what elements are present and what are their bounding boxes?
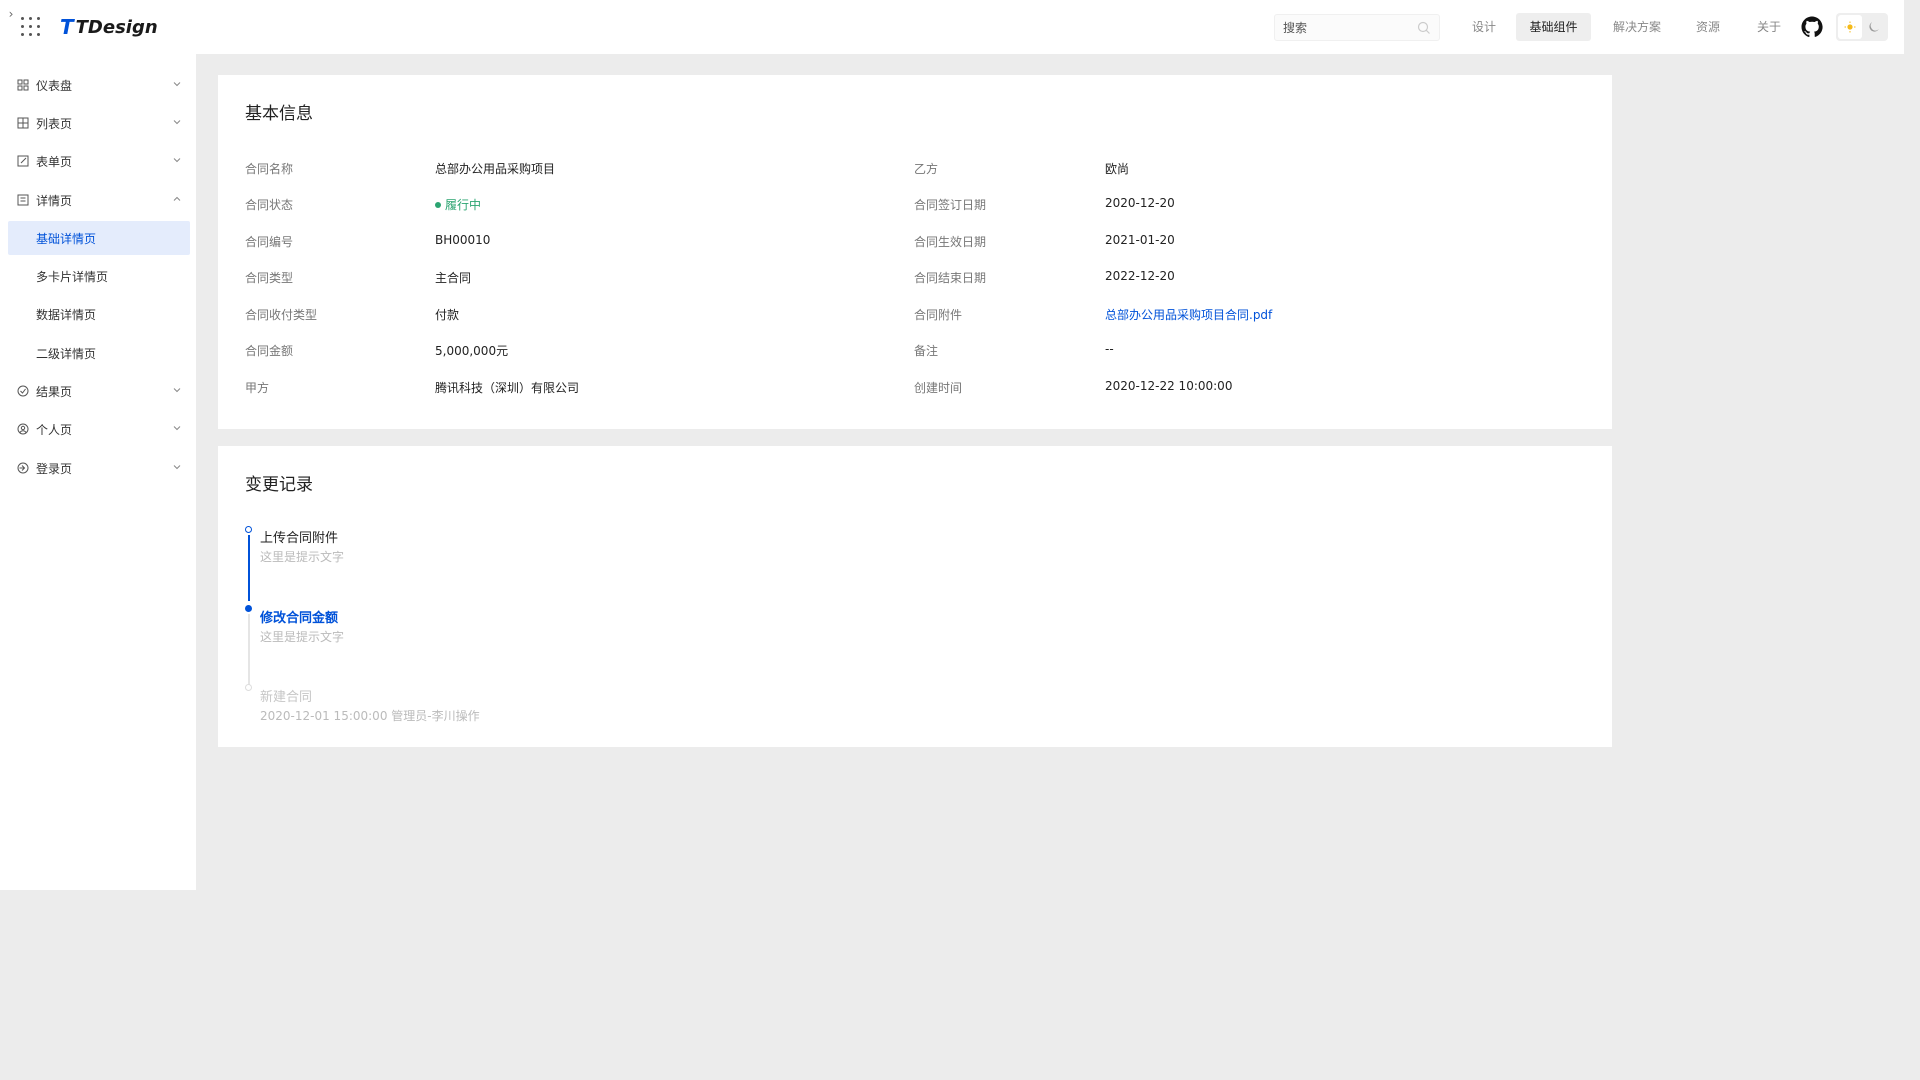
search-box[interactable] — [1274, 14, 1440, 41]
timeline-dot-icon — [245, 526, 252, 533]
field-value: 付款 — [435, 308, 460, 322]
sidebar-item-label: 仪表盘 — [36, 78, 73, 93]
nav-solutions[interactable]: 解决方案 — [1604, 13, 1670, 41]
nav-design[interactable]: 设计 — [1460, 13, 1508, 41]
field-label: 合同名称 — [245, 162, 294, 176]
result-icon — [17, 385, 29, 397]
field-label: 合同编号 — [245, 235, 294, 249]
moon-icon — [1869, 22, 1879, 32]
chevron-down-icon — [173, 426, 181, 431]
status-dot-icon — [435, 201, 441, 208]
field-label: 合同签订日期 — [914, 198, 987, 212]
field-value: 主合同 — [435, 271, 472, 285]
field-label: 合同结束日期 — [914, 271, 987, 285]
nav-resources[interactable]: 资源 — [1680, 13, 1736, 41]
card-title: 变更记录 — [245, 475, 313, 495]
chevron-up-icon — [173, 196, 181, 201]
field-value: 2020-12-20 — [1105, 196, 1175, 210]
top-header: › T TDesign 设计 基础组件 解决方案 资源 关于 — [0, 0, 1904, 54]
sidebar-subitem-basic-detail[interactable]: 基础详情页 — [8, 221, 190, 255]
status-text: 履行中 — [445, 198, 482, 212]
user-icon — [17, 423, 29, 435]
timeline-desc: 2020-12-01 15:00:00 管理员-李川操作 — [260, 709, 480, 723]
sidebar-item-form[interactable]: 表单页 — [8, 144, 190, 178]
sidebar-item-detail[interactable]: 详情页 — [8, 183, 190, 217]
logo[interactable]: T TDesign — [60, 13, 158, 41]
detail-icon — [17, 194, 29, 206]
sun-icon — [1844, 21, 1856, 33]
chevron-down-icon — [173, 120, 181, 125]
theme-toggle[interactable] — [1836, 13, 1888, 41]
field-label: 合同状态 — [245, 198, 294, 212]
field-label: 合同金额 — [245, 344, 294, 358]
github-icon[interactable] — [1800, 15, 1824, 39]
chevron-down-icon — [173, 158, 181, 163]
field-label: 备注 — [914, 344, 939, 358]
timeline-dot-icon — [245, 684, 252, 691]
sidebar-item-label: 登录页 — [36, 461, 73, 476]
search-icon[interactable] — [1417, 21, 1431, 35]
field-value: 2022-12-20 — [1105, 269, 1175, 283]
field-label: 合同类型 — [245, 271, 294, 285]
field-label: 合同生效日期 — [914, 235, 987, 249]
dashboard-icon — [17, 79, 29, 91]
field-label: 创建时间 — [914, 381, 963, 395]
sidebar-item-login[interactable]: 登录页 — [8, 451, 190, 485]
dark-mode-button[interactable] — [1862, 15, 1886, 39]
sidebar-item-result[interactable]: 结果页 — [8, 374, 190, 408]
form-icon — [17, 155, 29, 167]
logo-text: TDesign — [75, 16, 158, 38]
nav-components[interactable]: 基础组件 — [1516, 13, 1591, 41]
search-input[interactable] — [1283, 20, 1413, 35]
timeline-title: 上传合同附件 — [260, 531, 339, 546]
field-value: 腾讯科技（深圳）有限公司 — [435, 381, 580, 395]
field-value: BH00010 — [435, 233, 491, 247]
tdesign-logo-icon: T — [60, 15, 74, 39]
chevron-down-icon — [173, 465, 181, 470]
chevron-down-icon — [173, 82, 181, 87]
field-label: 甲方 — [245, 381, 270, 395]
sidebar-item-label: 个人页 — [36, 422, 73, 437]
field-label: 乙方 — [914, 162, 939, 176]
field-value: 欧尚 — [1105, 162, 1130, 176]
timeline-desc: 这里是提示文字 — [260, 630, 345, 644]
basic-info-card: 基本信息 合同名称 总部办公用品采购项目 乙方 欧尚 合同状态 履行中 合同签订… — [218, 75, 1612, 429]
timeline-desc: 这里是提示文字 — [260, 550, 345, 564]
apps-grid-icon[interactable] — [21, 17, 41, 37]
sidebar-subitem-secondary-detail[interactable]: 二级详情页 — [8, 336, 190, 370]
field-value: 2021-01-20 — [1105, 233, 1175, 247]
timeline-line — [248, 535, 250, 601]
sidebar-item-list[interactable]: 列表页 — [8, 106, 190, 140]
login-icon — [17, 462, 29, 474]
field-value: 5,000,000元 — [435, 344, 509, 358]
sidebar-item-label: 结果页 — [36, 384, 73, 399]
field-value: -- — [1105, 342, 1114, 356]
timeline-title: 新建合同 — [260, 690, 313, 705]
sidebar-item-label: 表单页 — [36, 154, 73, 169]
sidebar-subitem-multi-card-detail[interactable]: 多卡片详情页 — [8, 259, 190, 293]
field-label: 合同收付类型 — [245, 308, 318, 322]
status-badge: 履行中 — [435, 196, 481, 213]
card-title: 基本信息 — [245, 104, 313, 124]
sidebar-item-label: 详情页 — [36, 193, 73, 208]
sidebar-item-dashboard[interactable]: 仪表盘 — [8, 68, 190, 102]
timeline-line — [248, 614, 250, 686]
sidebar: 仪表盘 列表页 表单页 详情页 基础详情页 多卡片详情页 数据详情页 二级详情页… — [0, 54, 196, 890]
sidebar-item-label: 列表页 — [36, 116, 73, 131]
chevron-down-icon — [173, 388, 181, 393]
field-label: 合同附件 — [914, 308, 963, 322]
attachment-link[interactable]: 总部办公用品采购项目合同.pdf — [1105, 306, 1272, 323]
field-value: 2020-12-22 10:00:00 — [1105, 379, 1233, 393]
list-icon — [17, 117, 29, 129]
change-log-card: 变更记录 上传合同附件 这里是提示文字 修改合同金额 这里是提示文字 新建合同 … — [218, 446, 1612, 747]
field-value: 总部办公用品采购项目 — [435, 162, 556, 176]
sidebar-subitem-data-detail[interactable]: 数据详情页 — [8, 297, 190, 331]
chevron-right-icon[interactable]: › — [0, 0, 22, 28]
timeline-dot-icon — [245, 605, 252, 612]
light-mode-button[interactable] — [1838, 15, 1862, 39]
nav-about[interactable]: 关于 — [1746, 13, 1792, 41]
sidebar-item-user[interactable]: 个人页 — [8, 412, 190, 446]
timeline-title: 修改合同金额 — [260, 611, 339, 626]
